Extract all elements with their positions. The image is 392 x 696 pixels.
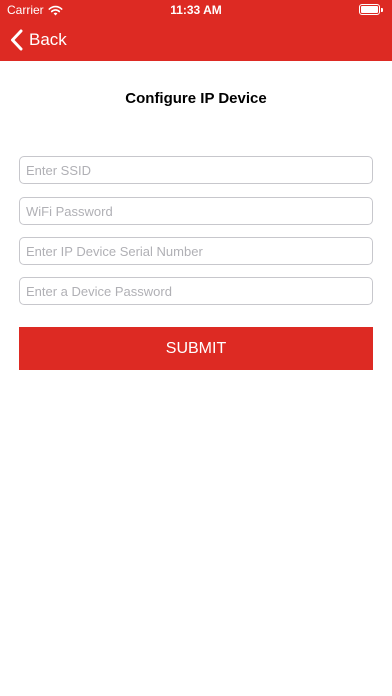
submit-button[interactable]: SUBMIT xyxy=(19,327,373,370)
status-time: 11:33 AM xyxy=(170,3,222,17)
ssid-field[interactable] xyxy=(19,156,373,184)
device-serial-number-field[interactable] xyxy=(19,237,373,265)
page-title: Configure IP Device xyxy=(125,90,267,107)
back-button[interactable]: Back xyxy=(10,27,67,53)
back-label: Back xyxy=(29,30,67,49)
battery-icon xyxy=(359,4,383,15)
wifi-password-field[interactable] xyxy=(19,197,373,225)
status-bar: Carrier 11:33 AM xyxy=(0,0,392,20)
configure-ip-device-screen: Carrier 11:33 AM Back Configure IP Devic… xyxy=(0,0,392,696)
device-password-field[interactable] xyxy=(19,277,373,305)
navigation-bar: Carrier 11:33 AM Back xyxy=(0,0,392,61)
chevron-left-icon xyxy=(10,29,23,51)
